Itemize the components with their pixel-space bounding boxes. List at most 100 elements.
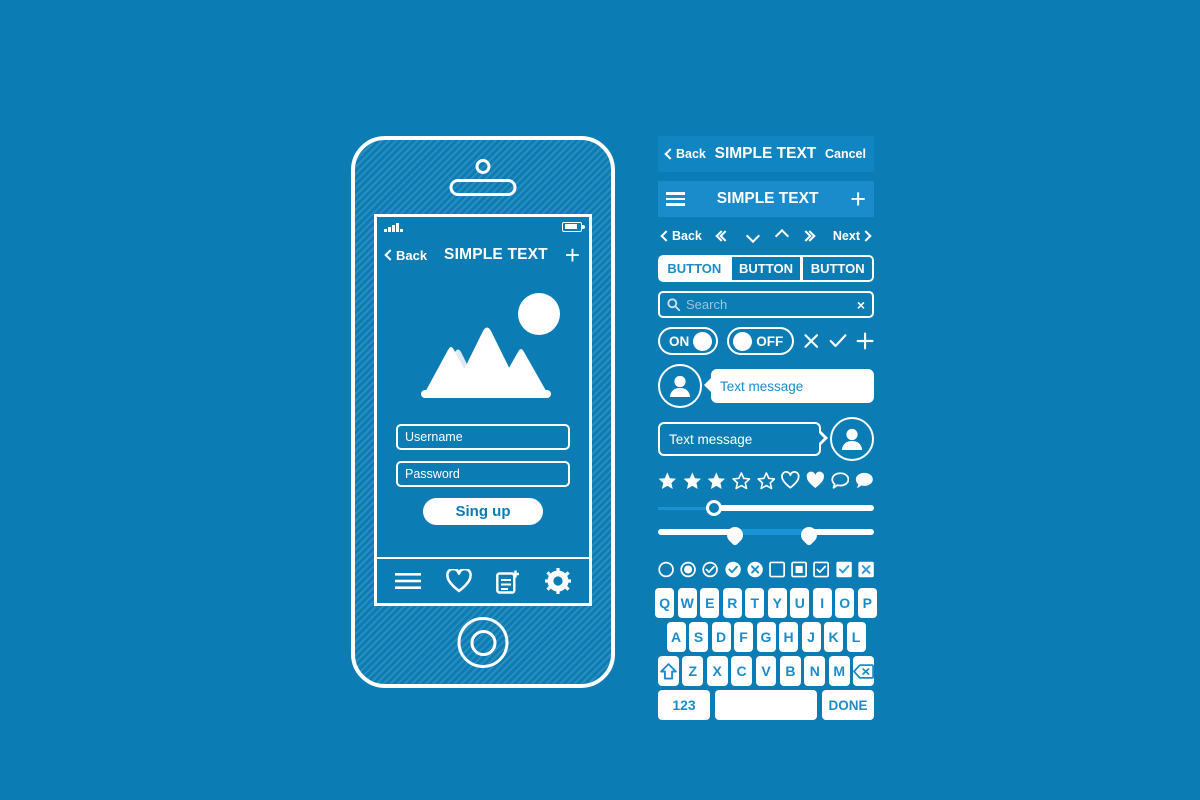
speech-filled-icon[interactable] [855,471,874,490]
status-bar [377,217,589,236]
pager-back-button[interactable]: Back [660,229,702,243]
key-r[interactable]: R [722,588,742,618]
key-s[interactable]: S [689,622,708,652]
chevron-up-icon[interactable] [774,228,789,244]
tab-favorites-button[interactable] [445,569,472,593]
toggle-on[interactable]: ON [658,327,719,355]
range-handle-high[interactable] [797,523,820,549]
hero-image [377,274,589,416]
key-g[interactable]: G [756,622,776,652]
radio-selected-icon[interactable] [680,560,697,579]
star-filled-icon[interactable] [683,470,702,491]
space-key[interactable] [715,690,817,720]
key-q[interactable]: Q [655,588,675,618]
circle-check-outline-icon[interactable] [702,560,719,579]
circle-check-filled-icon[interactable] [725,560,741,579]
segment-button-1[interactable]: BUTTON [658,255,731,282]
heart-filled-icon[interactable] [806,471,825,490]
checkbox-check-outline-icon[interactable] [813,560,830,579]
keyboard-row-2: A S D F G H J K L [658,622,874,652]
tab-settings-button[interactable] [544,568,571,594]
check-icon[interactable] [829,331,847,351]
hamburger-icon[interactable] [666,192,685,206]
segment-button-3[interactable]: BUTTON [802,255,874,282]
heart-outline-icon[interactable] [781,471,800,490]
menu-icon [395,573,422,589]
home-button[interactable] [457,617,509,668]
toggle-off-label: OFF [756,333,784,349]
search-field[interactable]: Search × [658,291,874,318]
key-l[interactable]: L [846,622,866,652]
radio-empty-icon[interactable] [658,560,674,579]
segment-button-2[interactable]: BUTTON [730,255,803,282]
signup-button[interactable]: Sing up [423,498,543,525]
checkbox-square-filled-icon[interactable] [791,560,808,579]
checkbox-empty-icon[interactable] [769,560,786,579]
key-t[interactable]: T [745,588,765,618]
shift-icon [660,662,677,680]
tab-menu-button[interactable] [395,572,422,590]
key-m[interactable]: M [828,656,850,686]
key-w[interactable]: W [677,588,697,618]
numbers-key[interactable]: 123 [658,690,710,720]
key-a[interactable]: A [666,622,686,652]
key-i[interactable]: I [812,588,832,618]
checkbox-x-filled-icon[interactable] [858,560,874,579]
range-slider[interactable] [658,523,874,551]
star-outline-icon[interactable] [757,470,776,491]
mountains-photo-icon [421,293,560,398]
key-y[interactable]: Y [767,588,787,618]
range-handle-low[interactable] [723,523,747,549]
key-f[interactable]: F [734,622,753,652]
pager-next-button[interactable]: Next [832,229,872,243]
username-input[interactable]: Username [396,424,570,450]
tab-new-document-button[interactable] [496,569,520,594]
pager-next-label: Next [832,229,860,243]
plus-icon[interactable] [856,330,874,352]
clear-search-icon[interactable]: × [857,297,865,313]
done-key[interactable]: DONE [822,690,874,720]
key-u[interactable]: U [790,588,810,618]
star-filled-icon[interactable] [658,470,677,491]
chevron-down-icon[interactable] [745,228,760,244]
key-z[interactable]: Z [682,656,704,686]
key-v[interactable]: V [755,656,777,686]
close-x-icon[interactable] [803,331,819,351]
single-slider[interactable] [658,500,874,516]
topbar1-back-label: Back [676,147,706,161]
key-o[interactable]: O [835,588,855,618]
star-outline-icon[interactable] [732,470,751,491]
password-input[interactable]: Password [396,461,570,487]
key-c[interactable]: C [731,656,753,686]
key-n[interactable]: N [804,656,826,686]
topbar1-cancel-button[interactable]: Cancel [825,147,866,161]
key-b[interactable]: B [779,656,801,686]
double-chevron-right-icon[interactable] [800,230,816,242]
key-d[interactable]: D [711,622,731,652]
checkbox-check-filled-icon[interactable] [836,560,852,579]
key-p[interactable]: P [857,588,877,618]
star-filled-icon[interactable] [707,470,726,491]
key-j[interactable]: J [801,622,821,652]
outgoing-message-bubble[interactable]: Text message [658,422,828,456]
chat-incoming: Text message [658,364,874,408]
key-h[interactable]: H [779,622,798,652]
keyboard-row-3: Z X C V B N M [658,656,875,686]
circle-x-filled-icon[interactable] [747,560,763,579]
phone-back-button[interactable]: Back [384,248,427,263]
double-chevron-left-icon[interactable] [715,230,731,242]
new-document-icon [496,570,520,594]
incoming-message-bubble[interactable]: Text message [704,369,874,403]
shift-key[interactable] [658,656,679,686]
phone-add-button[interactable]: + [565,242,580,268]
speech-outline-icon[interactable] [831,471,850,490]
backspace-key[interactable] [853,656,875,686]
avatar [658,364,702,408]
key-x[interactable]: X [706,656,728,686]
key-e[interactable]: E [700,588,720,618]
key-k[interactable]: K [824,622,843,652]
toggle-off[interactable]: OFF [727,327,795,355]
slider-handle[interactable] [705,500,722,516]
topbar2-add-button[interactable]: + [850,185,866,212]
topbar1-back-button[interactable]: Back [664,147,706,161]
